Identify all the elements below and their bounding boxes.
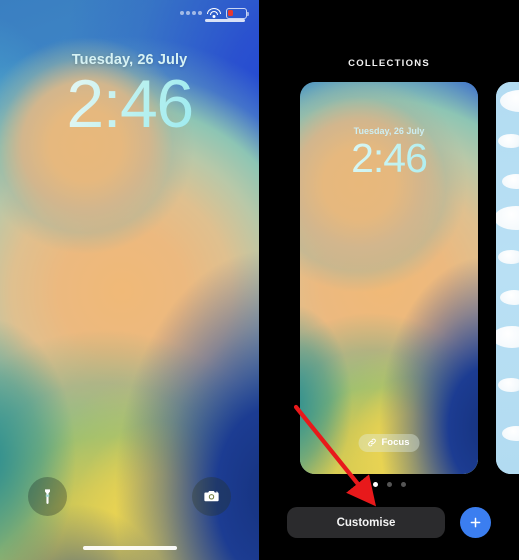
page-dot-1[interactable]: [372, 482, 378, 487]
status-bar: [0, 0, 259, 26]
camera-button[interactable]: [192, 477, 231, 516]
screenshot-root: Tuesday, 26 July 2:46 COLLECTIONS Tuesda…: [0, 0, 519, 560]
plus-icon: [470, 517, 481, 528]
flashlight-button[interactable]: [28, 477, 67, 516]
page-dot-2[interactable]: [386, 482, 392, 487]
focus-label: Focus: [381, 437, 410, 448]
clouds-wallpaper: [496, 82, 519, 474]
focus-badge[interactable]: Focus: [358, 433, 420, 452]
bottom-action-bar: Customise: [259, 507, 519, 538]
signal-dots-icon: [180, 11, 202, 15]
collections-section-label: COLLECTIONS: [348, 58, 430, 69]
lock-screen-time: 2:46: [0, 66, 259, 144]
lock-screen-panel: Tuesday, 26 July 2:46: [0, 0, 259, 560]
card-time: 2:46: [300, 134, 478, 183]
add-wallpaper-button[interactable]: [460, 507, 491, 538]
wallpaper-chooser-panel: COLLECTIONS Tuesday, 26 July 2:46 Focus …: [259, 0, 519, 560]
link-icon: [368, 438, 376, 447]
home-indicator: [82, 545, 177, 550]
battery-low-icon: [226, 7, 249, 19]
customise-button[interactable]: Customise: [287, 507, 445, 538]
lock-screen-controls: [0, 477, 259, 516]
clock-block: Tuesday, 26 July 2:46: [0, 52, 259, 144]
wallpaper-carousel[interactable]: Tuesday, 26 July 2:46 Focus: [259, 82, 519, 474]
wallpaper-card-clouds[interactable]: [496, 82, 519, 474]
page-dots[interactable]: [259, 482, 519, 487]
wallpaper-card-abstract[interactable]: Tuesday, 26 July 2:46 Focus: [300, 82, 478, 474]
camera-icon: [204, 490, 219, 502]
flashlight-icon: [45, 489, 50, 504]
page-dot-3[interactable]: [400, 482, 406, 487]
wifi-icon: [207, 7, 221, 19]
